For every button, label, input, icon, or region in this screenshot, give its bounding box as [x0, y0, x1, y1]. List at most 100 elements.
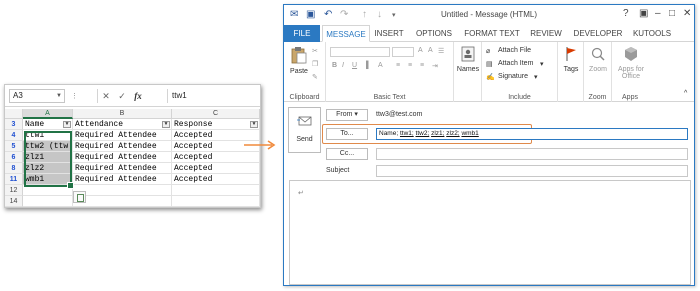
cell[interactable]: Required Attendee: [73, 130, 172, 141]
cell[interactable]: Response ▼: [172, 119, 260, 130]
include-group-label: Include: [508, 94, 531, 101]
enter-icon[interactable]: ✓: [114, 89, 130, 103]
indent-icon[interactable]: ⇥: [432, 62, 438, 70]
row-header[interactable]: 11: [5, 174, 23, 185]
help-button[interactable]: ?: [623, 8, 629, 19]
cell[interactable]: Required Attendee: [73, 141, 172, 152]
shrink-font-icon[interactable]: A: [428, 47, 433, 54]
column-header-a[interactable]: A: [23, 109, 73, 119]
cell[interactable]: Required Attendee: [73, 152, 172, 163]
apps-group: Apps for Office Apps: [612, 42, 648, 102]
quick-analysis-icon[interactable]: [73, 191, 86, 203]
cell[interactable]: Accepted: [172, 163, 260, 174]
underline-button[interactable]: U: [352, 62, 357, 69]
send-label: Send: [296, 136, 313, 143]
font-color-icon[interactable]: A: [378, 62, 383, 69]
recipient-token[interactable]: zlz1;: [431, 130, 444, 137]
ribbon-display-button[interactable]: ▣: [639, 8, 648, 19]
signature-icon: ✍: [486, 74, 495, 81]
row-header[interactable]: 5: [5, 141, 23, 152]
row-header[interactable]: 14: [5, 196, 23, 207]
zoom-button[interactable]: Zoom: [586, 46, 610, 73]
tab-kutools[interactable]: KUTOOLS: [630, 25, 674, 42]
cell[interactable]: Required Attendee: [73, 174, 172, 185]
basic-text-group-label: Basic Text: [373, 94, 406, 101]
cell[interactable]: Accepted: [172, 174, 260, 185]
filter-active-icon[interactable]: ▼: [250, 121, 258, 128]
tab-format-text[interactable]: FORMAT TEXT: [462, 25, 522, 42]
subject-field[interactable]: [376, 165, 688, 177]
attach-item-button[interactable]: Attach Item: [498, 60, 533, 67]
font-size-combo[interactable]: [392, 47, 414, 57]
format-painter-icon[interactable]: ✎: [312, 73, 318, 81]
collapse-ribbon-icon[interactable]: ^: [684, 90, 687, 97]
from-value: ttw3@test.com: [376, 111, 423, 118]
italic-button[interactable]: I: [342, 62, 344, 69]
message-body[interactable]: ↵: [289, 180, 691, 285]
recipient-token[interactable]: ttw2;: [416, 130, 430, 137]
apps-for-office-button[interactable]: Apps for Office: [614, 46, 648, 80]
bullets-icon[interactable]: ☰: [438, 47, 444, 55]
cell[interactable]: [23, 196, 73, 207]
column-header-b[interactable]: B: [73, 109, 172, 119]
from-button[interactable]: From ▾: [326, 109, 368, 121]
bold-button[interactable]: B: [332, 62, 337, 69]
tags-button[interactable]: Tags: [559, 46, 583, 73]
send-button[interactable]: Send: [288, 107, 321, 153]
highlight-icon[interactable]: ▌: [366, 62, 371, 69]
recipient-token[interactable]: wmb1: [461, 130, 478, 137]
cell[interactable]: Required Attendee: [73, 163, 172, 174]
paste-button[interactable]: Paste: [288, 46, 310, 75]
cc-button[interactable]: Cc...: [326, 148, 368, 160]
filter-dropdown-icon[interactable]: ▼: [63, 121, 71, 128]
row-header[interactable]: 6: [5, 152, 23, 163]
row-header[interactable]: 8: [5, 163, 23, 174]
tab-message[interactable]: MESSAGE: [322, 25, 370, 42]
fx-icon[interactable]: fx: [130, 89, 146, 103]
cc-field[interactable]: [376, 148, 688, 160]
chevron-down-icon[interactable]: ▾: [540, 60, 544, 68]
ribbon-tabs: FILE MESSAGE INSERT OPTIONS FORMAT TEXT …: [284, 25, 694, 42]
filter-dropdown-icon[interactable]: ▼: [162, 121, 170, 128]
cancel-icon[interactable]: ✕: [98, 89, 114, 103]
close-button[interactable]: ✕: [683, 8, 691, 19]
align-right-icon[interactable]: ≡: [420, 62, 424, 69]
tab-review[interactable]: REVIEW: [528, 25, 564, 42]
cell[interactable]: [73, 185, 172, 196]
cell[interactable]: [172, 185, 260, 196]
name-box[interactable]: A3 ▼: [9, 89, 65, 103]
select-all-corner[interactable]: [5, 109, 23, 119]
align-left-icon[interactable]: ≡: [396, 62, 400, 69]
tab-options[interactable]: OPTIONS: [414, 25, 454, 42]
chevron-down-icon[interactable]: ▾: [534, 73, 538, 81]
cell[interactable]: [73, 196, 172, 207]
signature-button[interactable]: Signature: [498, 73, 528, 80]
tab-file[interactable]: FILE: [284, 25, 320, 42]
formula-input[interactable]: ttw1: [167, 89, 256, 103]
row-header[interactable]: 12: [5, 185, 23, 196]
minimize-button[interactable]: –: [655, 8, 661, 19]
tab-developer[interactable]: DEVELOPER: [572, 25, 624, 42]
cell[interactable]: Accepted: [172, 152, 260, 163]
excel-window: A3 ▼ ⋮ ✕ ✓ fx ttw1 A B C 3 Name ▼ Attendanc…: [4, 84, 261, 208]
cell[interactable]: Attendance ▼: [73, 119, 172, 130]
align-center-icon[interactable]: ≡: [408, 62, 412, 69]
copy-icon[interactable]: ❐: [312, 60, 318, 68]
cut-icon[interactable]: ✂: [312, 47, 318, 55]
recipient-token[interactable]: zlz2;: [446, 130, 459, 137]
row-header[interactable]: 3: [5, 119, 23, 130]
grow-font-icon[interactable]: A: [418, 47, 423, 54]
tab-insert[interactable]: INSERT: [372, 25, 406, 42]
names-button[interactable]: Names: [456, 46, 480, 73]
row-header[interactable]: 4: [5, 130, 23, 141]
attach-file-button[interactable]: Attach File: [498, 47, 531, 54]
cell[interactable]: Name ▼: [23, 119, 73, 130]
to-field[interactable]: Name; ttw1; ttw2; zlz1; zlz2; wmb1: [376, 128, 688, 140]
to-button[interactable]: To...: [326, 128, 368, 140]
chevron-down-icon[interactable]: ▼: [56, 90, 62, 102]
maximize-button[interactable]: □: [669, 8, 675, 19]
recipient-token[interactable]: ttw1;: [400, 130, 414, 137]
cell[interactable]: [172, 196, 260, 207]
font-name-combo[interactable]: [330, 47, 390, 57]
column-header-c[interactable]: C: [172, 109, 260, 119]
